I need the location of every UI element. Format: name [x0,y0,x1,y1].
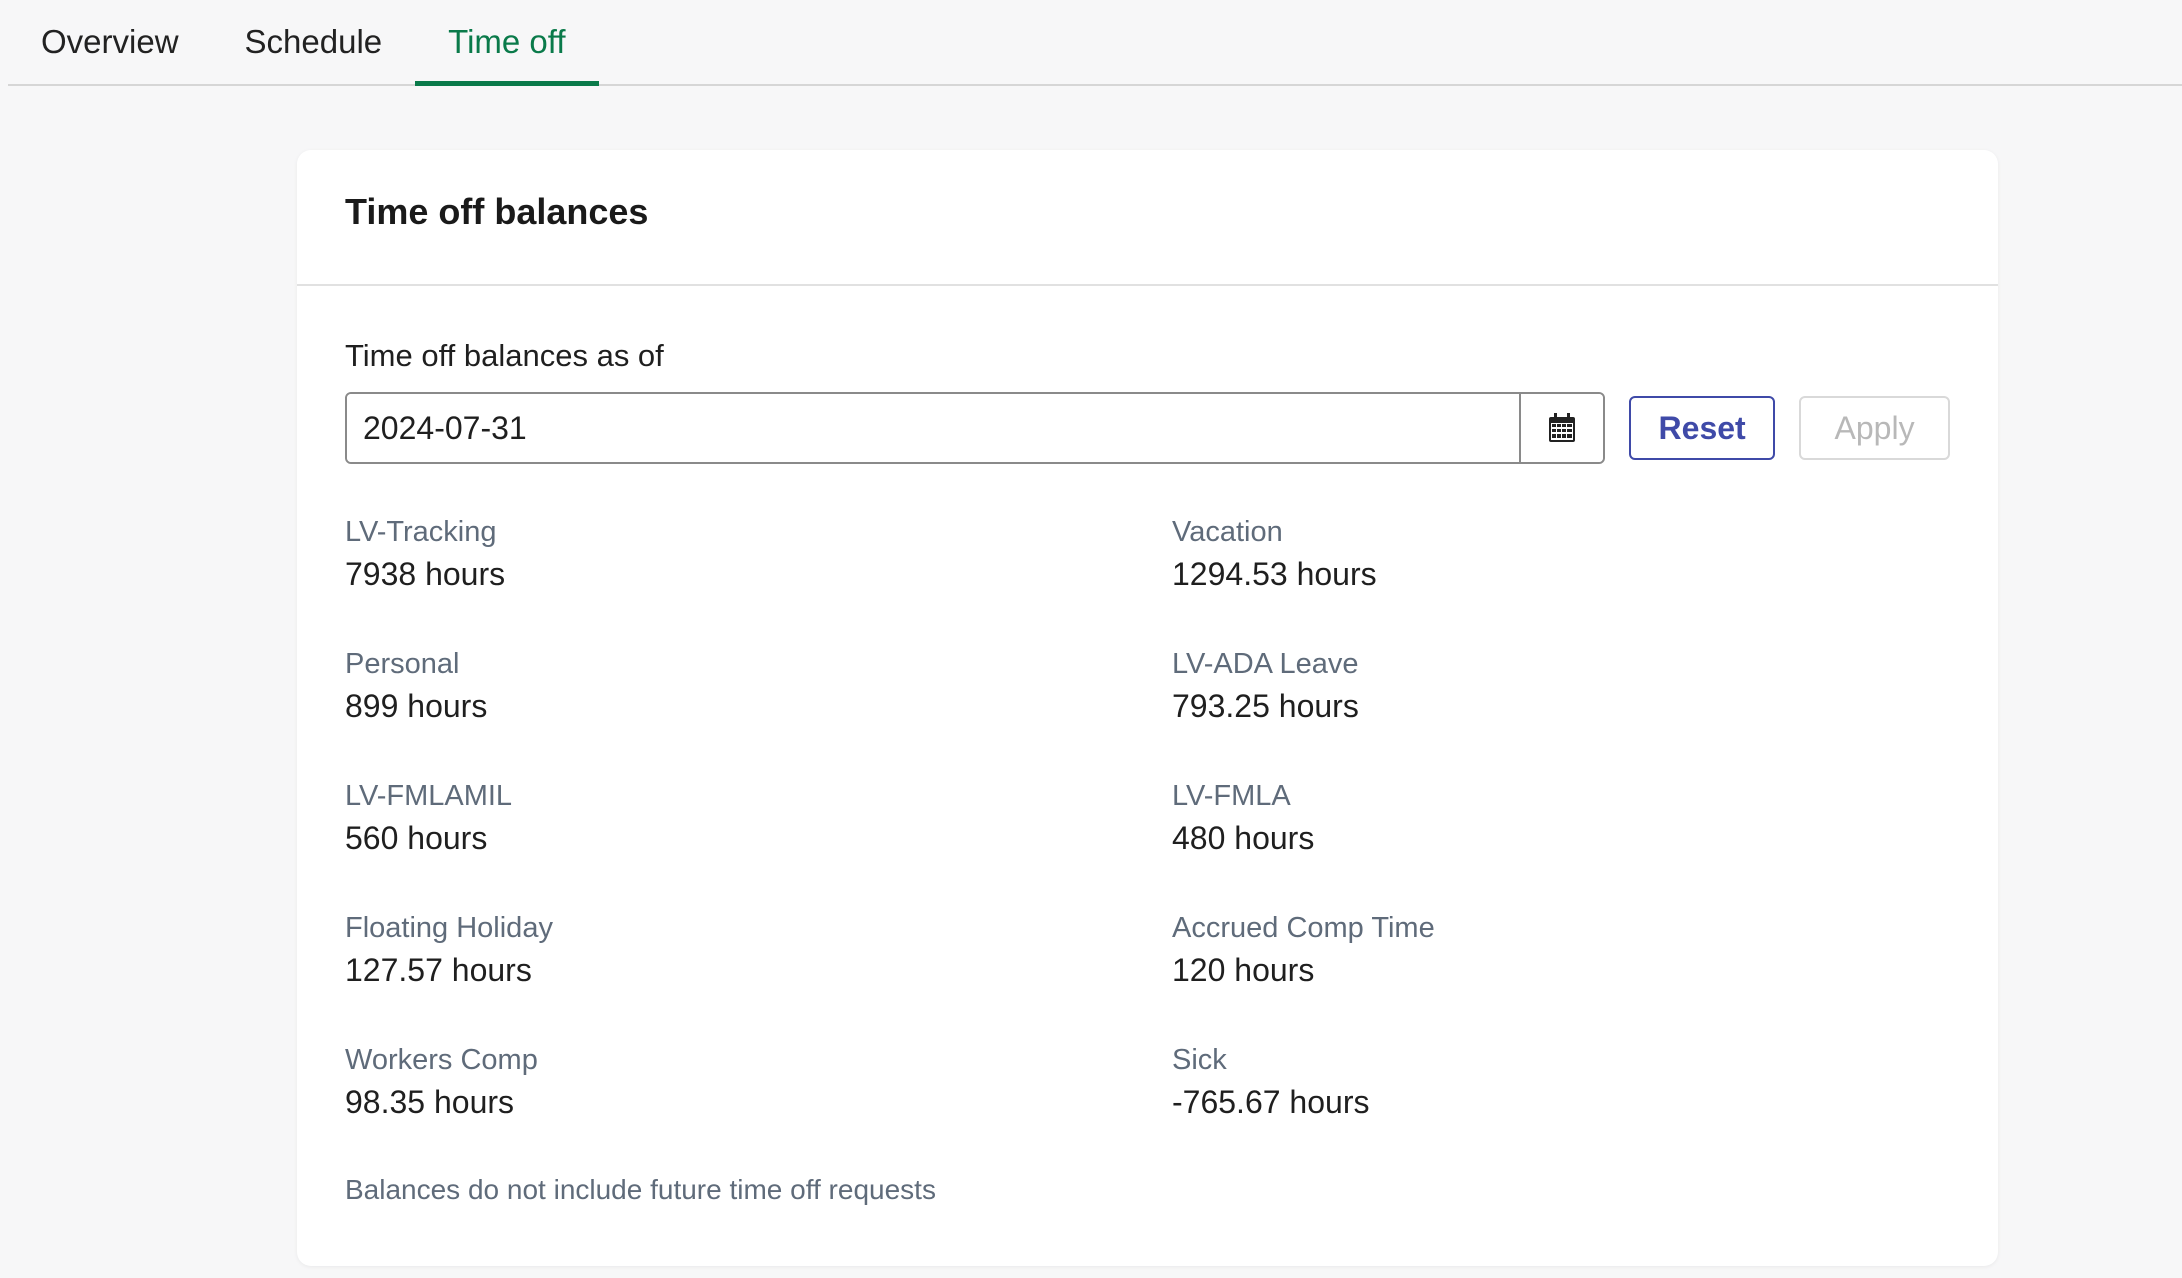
balance-name: Workers Comp [345,1044,538,1076]
tab-schedule[interactable]: Schedule [212,0,416,84]
balance-item: Workers Comp 98.35 hours [345,1042,1172,1122]
balances-grid: LV-Tracking 7938 hours Vacation 1294.53 … [345,514,1950,1122]
card-title: Time off balances [345,191,649,232]
balance-value: 560 hours [345,820,488,856]
balance-item: LV-ADA Leave 793.25 hours [1172,646,1950,726]
balance-value: 899 hours [345,688,488,724]
balance-value: 98.35 hours [345,1084,515,1120]
apply-button[interactable]: Apply [1799,396,1950,460]
balance-name: LV-Tracking [345,516,497,548]
balance-name: LV-FMLAMIL [345,780,513,812]
balance-item: LV-Tracking 7938 hours [345,514,1172,594]
balance-item: Personal 899 hours [345,646,1172,726]
balance-value: 127.57 hours [345,952,532,988]
balance-name: Personal [345,648,460,680]
time-off-balances-card: Time off balances Time off balances as o… [297,150,1998,1266]
footnote: Balances do not include future time off … [345,1174,936,1205]
balance-name: Sick [1172,1044,1227,1076]
tab-time-off[interactable]: Time off [415,0,599,86]
calendar-icon [1549,413,1576,442]
date-row: Reset Apply [345,392,1950,464]
balance-item: Accrued Comp Time 120 hours [1172,910,1950,990]
balance-item: Floating Holiday 127.57 hours [345,910,1172,990]
reset-button[interactable]: Reset [1629,396,1776,460]
balance-name: Accrued Comp Time [1172,912,1435,944]
card-header: Time off balances [297,150,1998,286]
balance-item: Vacation 1294.53 hours [1172,514,1950,594]
balance-name: LV-ADA Leave [1172,648,1359,680]
asof-label: Time off balances as of [345,338,664,373]
balance-value: 793.25 hours [1172,688,1359,724]
balance-item: Sick -765.67 hours [1172,1042,1950,1122]
calendar-button[interactable] [1519,394,1604,462]
balance-name: Vacation [1172,516,1283,548]
balance-item: LV-FMLA 480 hours [1172,778,1950,858]
balance-value: 120 hours [1172,952,1315,988]
balance-value: 480 hours [1172,820,1315,856]
date-picker [345,392,1606,464]
balance-name: Floating Holiday [345,912,553,944]
date-input[interactable] [347,394,1520,462]
balance-value: 1294.53 hours [1172,556,1377,592]
balance-value: -765.67 hours [1172,1084,1370,1120]
balance-item: LV-FMLAMIL 560 hours [345,778,1172,858]
tab-overview[interactable]: Overview [8,0,212,84]
card-body: Time off balances as of 2024-07-31 Reset… [297,338,1998,1206]
balance-value: 7938 hours [345,556,506,592]
tab-bar: Overview Schedule Time off [8,0,2182,86]
balance-name: LV-FMLA [1172,780,1291,812]
